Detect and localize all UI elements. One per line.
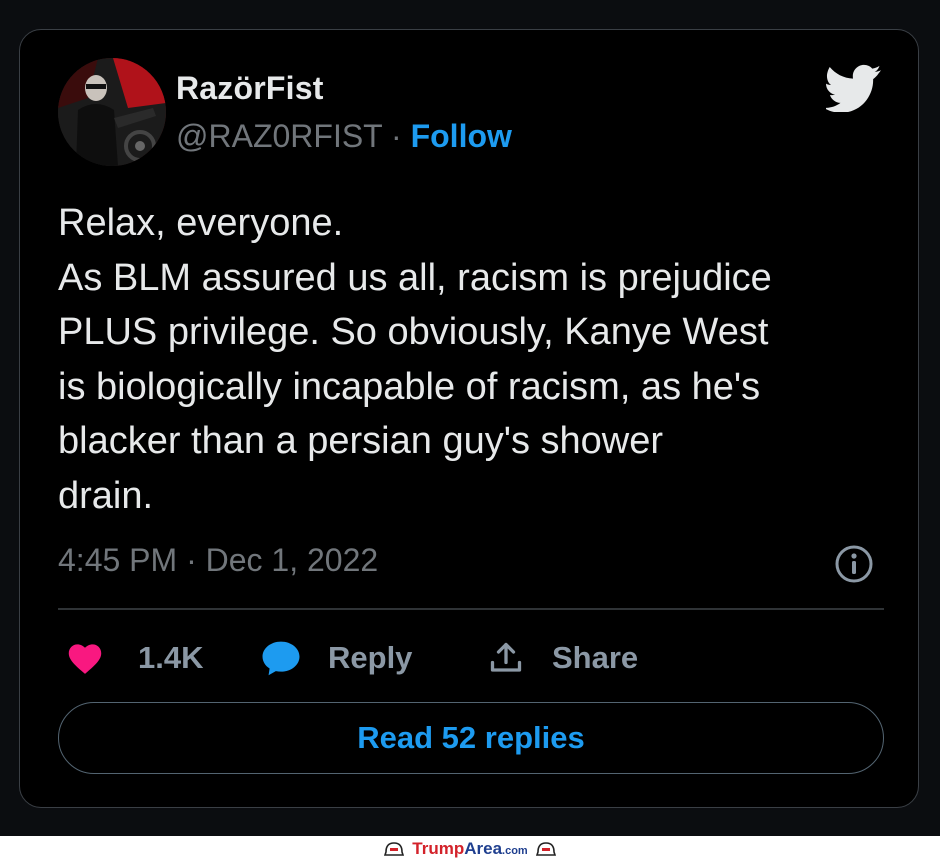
reply-label: Reply: [328, 640, 413, 675]
avatar[interactable]: [58, 58, 166, 166]
heart-icon: [68, 644, 102, 674]
tweet-text-line: Relax, everyone.: [58, 202, 344, 244]
info-icon[interactable]: [834, 544, 874, 584]
like-count: 1.4K: [138, 640, 204, 675]
share-label: Share: [552, 640, 639, 675]
watermark: TrumpArea.com: [0, 836, 940, 861]
reply-button[interactable]: Reply: [260, 636, 412, 680]
avatar-image: [58, 58, 166, 166]
hat-icon: [384, 841, 405, 856]
tweet-timestamp[interactable]: 4:45 PM · Dec 1, 2022: [58, 542, 378, 579]
like-button[interactable]: 1.4K: [66, 636, 203, 680]
tweet-card: RazörFist @RAZ0RFIST · Follow Relax, eve…: [19, 29, 919, 808]
twitter-bird-icon[interactable]: [826, 64, 882, 112]
watermark-brand: TrumpArea.com: [412, 839, 527, 859]
divider: [58, 608, 884, 610]
watermark-trump: Trump: [412, 838, 465, 858]
tweet-text-line: As BLM assured us all, racism is prejudi…: [58, 256, 772, 299]
tweet-text-line: PLUS privilege. So obviously, Kanye West: [58, 311, 769, 353]
handle-row: @RAZ0RFIST · Follow: [176, 118, 512, 155]
handle[interactable]: @RAZ0RFIST: [176, 118, 382, 154]
share-upload-icon: [490, 642, 522, 672]
hat-icon: [535, 841, 556, 856]
screenshot-frame: RazörFist @RAZ0RFIST · Follow Relax, eve…: [0, 0, 940, 836]
tweet-text-line: blacker than a persian guy's shower: [58, 420, 664, 462]
separator-dot: ·: [391, 118, 402, 154]
watermark-com: .com: [502, 844, 528, 857]
tweet-text-line: is biologically incapable of racism, as …: [58, 365, 761, 408]
speech-bubble-icon: [262, 641, 300, 676]
tweet-text-line: drain.: [58, 474, 154, 517]
watermark-area: Area: [464, 838, 503, 858]
share-button[interactable]: Share: [488, 636, 638, 680]
read-replies-button[interactable]: Read 52 replies: [58, 702, 884, 774]
action-bar: 1.4K Reply Share: [58, 636, 884, 680]
display-name[interactable]: RazörFist: [176, 70, 324, 107]
follow-button[interactable]: Follow: [411, 118, 512, 154]
tweet-text: Relax, everyone. As BLM assured us all, …: [58, 196, 898, 523]
